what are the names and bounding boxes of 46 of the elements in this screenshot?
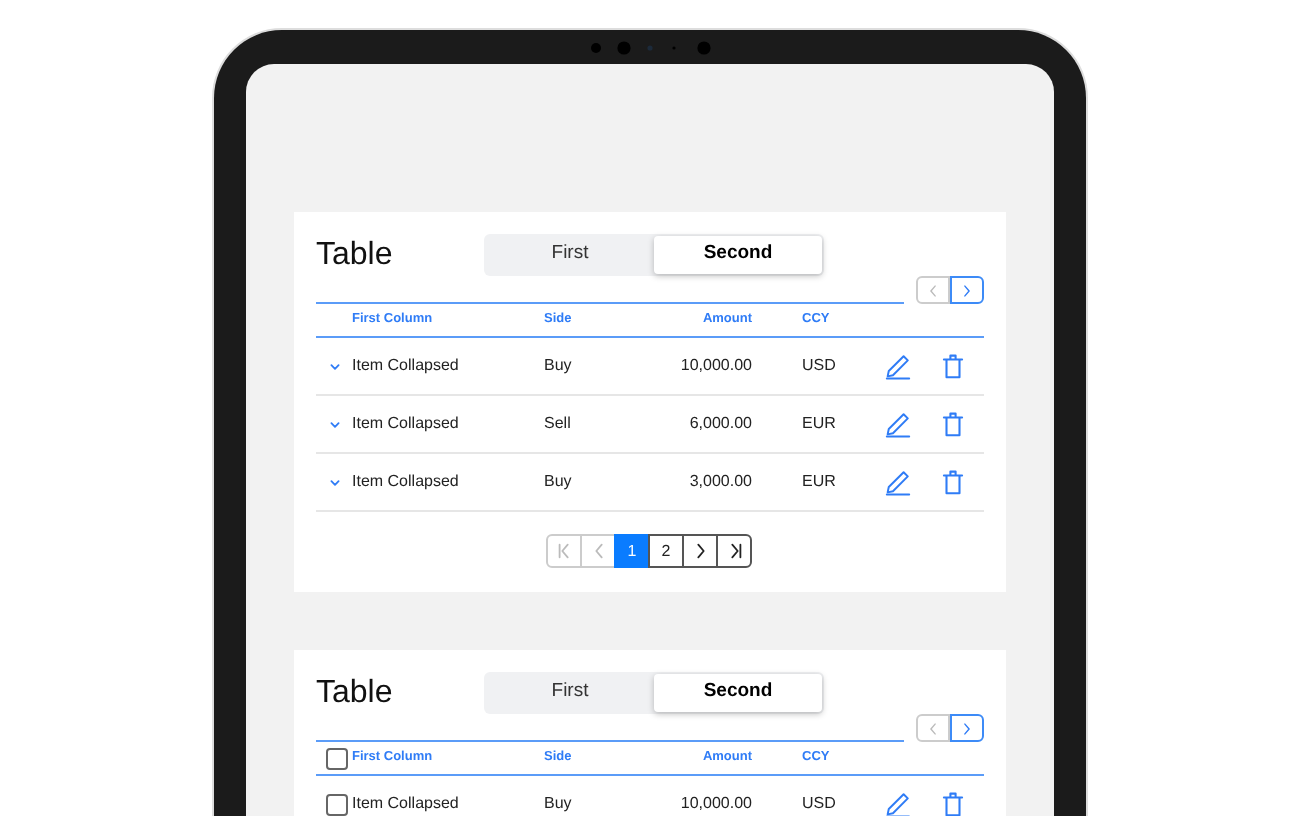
trash-icon[interactable] xyxy=(940,352,966,380)
table-title: Table xyxy=(316,674,395,714)
edit-icon[interactable] xyxy=(884,410,912,438)
last-page-icon xyxy=(725,542,743,560)
camera-dots-drawing xyxy=(588,40,712,56)
next-page-button[interactable] xyxy=(682,534,718,568)
table-cell-text: Item Collapsed xyxy=(352,354,461,378)
table-cell-text: Buy xyxy=(544,792,574,816)
edit-icon[interactable] xyxy=(884,790,912,816)
scroll-right-button[interactable] xyxy=(950,276,984,304)
table-cell-text: 10,000.00 xyxy=(678,354,752,378)
segment-tab[interactable]: Second xyxy=(654,236,822,274)
table-cell-text: Buy xyxy=(544,354,574,378)
chevron-left-icon xyxy=(926,721,940,735)
chevron-right-icon xyxy=(960,721,974,735)
table-cell-text: EUR xyxy=(800,412,838,436)
table-title: Table xyxy=(316,236,395,276)
chevron-right-icon xyxy=(960,283,974,297)
table-cell-text: 10,000.00 xyxy=(678,792,752,816)
row-checkbox[interactable] xyxy=(326,793,348,815)
segment-tab[interactable]: First xyxy=(486,674,654,712)
page-button[interactable]: 1 xyxy=(614,534,650,568)
edit-icon[interactable] xyxy=(884,468,912,496)
last-page-button[interactable] xyxy=(716,534,752,568)
chevron-left-icon xyxy=(926,283,940,297)
segment-tab[interactable]: Second xyxy=(654,674,822,712)
table-cell-text: 6,000.00 xyxy=(687,412,752,436)
page-button[interactable]: 2 xyxy=(648,534,684,568)
table-cell-text: USD xyxy=(800,354,838,378)
table-cell-text: 3,000.00 xyxy=(687,470,752,494)
table-cell-text: Item Collapsed xyxy=(352,470,461,494)
table-cell-text: Item Collapsed xyxy=(352,412,461,436)
select-all-checkbox[interactable] xyxy=(326,747,348,769)
first-page-icon xyxy=(555,542,573,560)
edit-icon[interactable] xyxy=(884,352,912,380)
trash-icon[interactable] xyxy=(940,790,966,816)
table-cell-text: Item Collapsed xyxy=(352,792,461,816)
trash-icon[interactable] xyxy=(940,468,966,496)
segment-tab[interactable]: First xyxy=(486,236,654,274)
table-cell-text: Buy xyxy=(544,470,574,494)
trash-icon[interactable] xyxy=(940,410,966,438)
table-cell-text: Sell xyxy=(544,412,573,436)
table-cell-text: USD xyxy=(800,792,838,816)
scroll-right-button[interactable] xyxy=(950,714,984,742)
next-page-icon xyxy=(691,542,709,560)
table-cell-text: EUR xyxy=(800,470,838,494)
